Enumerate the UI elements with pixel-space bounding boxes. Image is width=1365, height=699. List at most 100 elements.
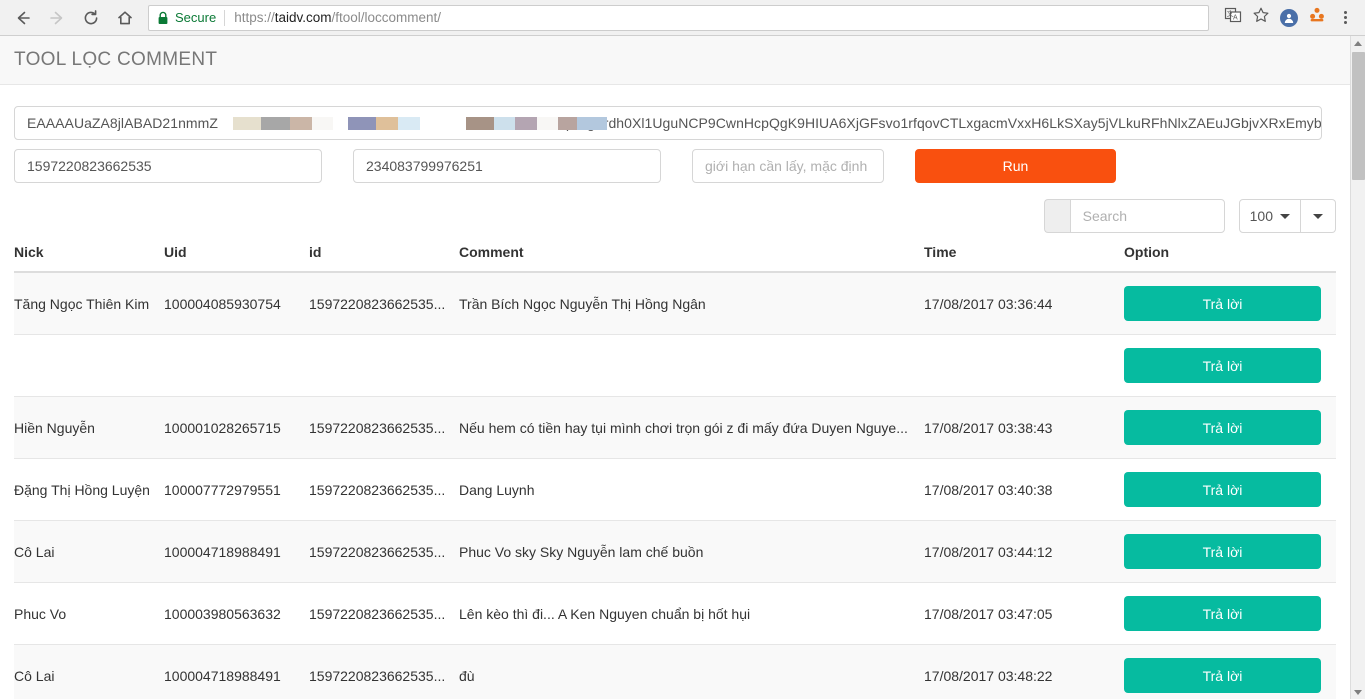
reply-button[interactable]: Trả lời xyxy=(1124,410,1321,445)
cell-id: 1597220823662535... xyxy=(309,520,459,583)
redaction-block-5 xyxy=(348,117,376,130)
cell-id: 1597220823662535... xyxy=(309,272,459,335)
redaction-block-1 xyxy=(261,117,290,130)
cell-nick: Cô Lai xyxy=(14,644,164,699)
table-row: Hiền Nguyễn 100001028265715 15972208236625… xyxy=(14,396,1336,459)
star-icon xyxy=(1252,6,1270,29)
access-token-input[interactable]: EAAAAUaZA8jlABAD21nmmZ Bi6EDqHLgVrdh0Xl1… xyxy=(14,106,1322,140)
url-scheme: https:// xyxy=(234,10,275,25)
forward-arrow-icon xyxy=(48,9,66,27)
redaction-block-12 xyxy=(515,117,537,130)
cell-nick: Phuc Vo xyxy=(14,582,164,645)
avatar-icon xyxy=(1280,8,1298,27)
cell-uid: 100004718988491 xyxy=(164,644,309,699)
page-id-input[interactable] xyxy=(353,149,661,183)
reply-button[interactable]: Trả lời xyxy=(1124,658,1321,693)
browser-chrome: Secure https://taidv.com/ftool/loccommen… xyxy=(0,0,1365,36)
reply-button[interactable]: Trả lời xyxy=(1124,286,1321,321)
reload-button[interactable] xyxy=(76,3,106,33)
search-prefix-box[interactable] xyxy=(1043,199,1070,233)
back-arrow-icon xyxy=(14,9,32,27)
run-button[interactable]: Run xyxy=(915,149,1116,183)
browser-actions: 文 A xyxy=(1219,4,1365,32)
table-row: Cô Lai 100004718988491 1597220823662535...… xyxy=(14,520,1336,583)
column-header-option[interactable]: Option xyxy=(1124,244,1336,273)
cell-uid: 100007772979551 xyxy=(164,458,309,521)
cell-uid: 100004085930754 xyxy=(164,272,309,335)
home-button[interactable] xyxy=(110,3,140,33)
column-header-id[interactable]: id xyxy=(309,244,459,273)
column-header-comment[interactable]: Comment xyxy=(459,244,924,273)
cell-comment xyxy=(459,334,924,397)
cell-time xyxy=(924,334,1124,397)
cell-option: Trả lời xyxy=(1124,520,1336,583)
column-header-nick[interactable]: Nick xyxy=(14,244,164,273)
cell-option: Trả lời xyxy=(1124,272,1336,335)
limit-input[interactable] xyxy=(692,149,884,183)
reply-button[interactable]: Trả lời xyxy=(1124,472,1321,507)
scroll-down-button[interactable] xyxy=(1351,685,1365,699)
cell-nick: Hiền Nguyễn xyxy=(14,396,164,459)
page-size-dropdown-toggle[interactable] xyxy=(1301,199,1336,233)
token-row: EAAAAUaZA8jlABAD21nmmZ Bi6EDqHLgVrdh0Xl1… xyxy=(14,85,1336,140)
redaction-block-4 xyxy=(333,117,348,130)
page-size-button[interactable]: 100 xyxy=(1238,199,1301,233)
post-id-input[interactable] xyxy=(14,149,322,183)
profile-button[interactable] xyxy=(1275,4,1303,32)
browser-menu-button[interactable] xyxy=(1331,4,1359,32)
svg-text:A: A xyxy=(1233,15,1238,22)
parameters-row: Run xyxy=(14,149,1336,183)
redaction-block-14 xyxy=(558,117,577,130)
extension-icon xyxy=(1308,6,1326,29)
cell-uid: 100001028265715 xyxy=(164,396,309,459)
url-text: https://taidv.com/ftool/loccomment/ xyxy=(234,10,441,25)
column-header-time[interactable]: Time xyxy=(924,244,1124,273)
table-row: Đặng Thị Hồng Luyện 100007772979551 159722… xyxy=(14,458,1336,521)
table-row: Phuc Vo 100003980563632 1597220823662535..… xyxy=(14,582,1336,645)
page-size-group: 100 xyxy=(1238,199,1336,233)
omnibox-divider xyxy=(224,9,226,26)
column-header-uid[interactable]: Uid xyxy=(164,244,309,273)
redaction-block-9 xyxy=(443,117,466,130)
reply-button[interactable]: Trả lời xyxy=(1124,596,1321,631)
scrollbar-thumb[interactable] xyxy=(1352,52,1365,180)
menu-kebab-icon xyxy=(1343,11,1347,24)
cell-time: 17/08/2017 03:44:12 xyxy=(924,520,1124,583)
redaction-block-7 xyxy=(398,117,420,130)
table-body: Tăng Ngọc Thiên Kim 100004085930754 159722… xyxy=(14,272,1336,699)
extension-button[interactable] xyxy=(1303,4,1331,32)
forward-button[interactable] xyxy=(42,3,72,33)
cell-time: 17/08/2017 03:48:22 xyxy=(924,644,1124,699)
redaction-block-11 xyxy=(494,117,515,130)
chevron-down-icon xyxy=(1354,689,1362,695)
cell-id: 1597220823662535... xyxy=(309,396,459,459)
page-scrollbar[interactable] xyxy=(1350,36,1365,699)
cell-comment: Dang Luynh xyxy=(459,458,924,521)
cell-id: 1597220823662535... xyxy=(309,458,459,521)
cell-nick xyxy=(14,334,164,397)
cell-uid: 100003980563632 xyxy=(164,582,309,645)
reply-button[interactable]: Trả lời xyxy=(1124,348,1321,383)
chevron-up-icon xyxy=(1354,40,1362,46)
cell-id: 1597220823662535... xyxy=(309,644,459,699)
page-header: TOOL LỌC COMMENT xyxy=(0,36,1350,85)
cell-id: 1597220823662535... xyxy=(309,582,459,645)
translate-button[interactable]: 文 A xyxy=(1219,4,1247,32)
address-bar[interactable]: Secure https://taidv.com/ftool/loccommen… xyxy=(148,4,1209,31)
reply-button[interactable]: Trả lời xyxy=(1124,534,1321,569)
chevron-down-icon xyxy=(1313,213,1323,219)
table-row: Trả lời xyxy=(14,334,1336,397)
search-input[interactable] xyxy=(1069,199,1225,233)
search-group xyxy=(1043,199,1225,233)
page-size-value: 100 xyxy=(1249,208,1273,224)
cell-time: 17/08/2017 03:38:43 xyxy=(924,396,1124,459)
table-toolbar: 100 xyxy=(14,199,1336,233)
security-label: Secure xyxy=(175,10,217,25)
back-button[interactable] xyxy=(8,3,38,33)
home-icon xyxy=(116,9,134,27)
scroll-up-button[interactable] xyxy=(1351,36,1365,50)
cell-id xyxy=(309,334,459,397)
cell-time: 17/08/2017 03:36:44 xyxy=(924,272,1124,335)
cell-nick: Đặng Thị Hồng Luyện xyxy=(14,458,164,521)
bookmark-button[interactable] xyxy=(1247,4,1275,32)
